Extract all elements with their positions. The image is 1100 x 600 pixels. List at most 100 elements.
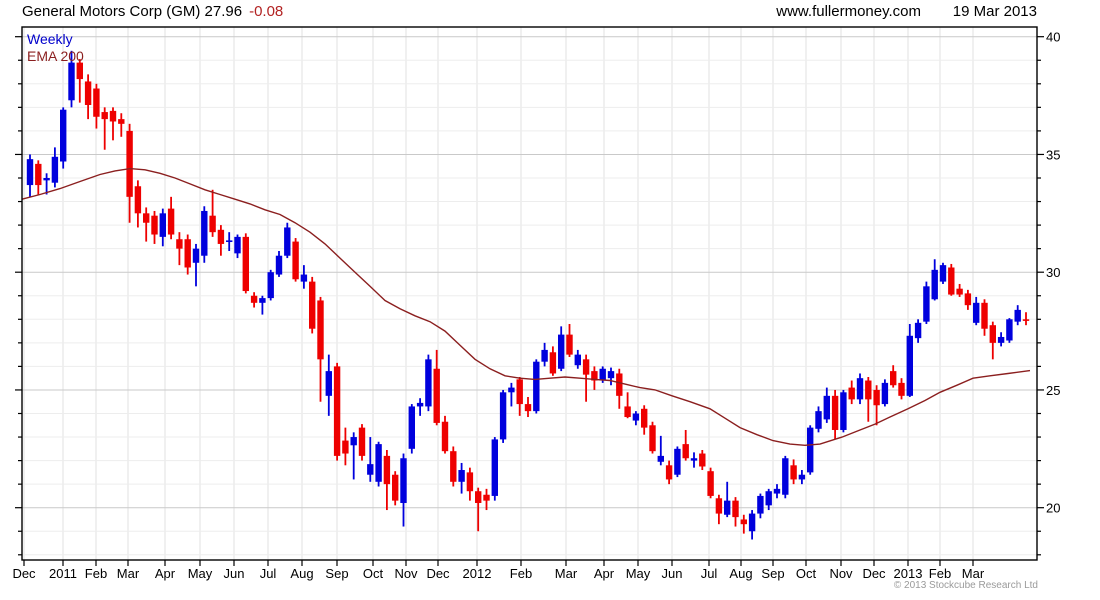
- candle: [441, 415, 449, 454]
- instrument-and-price: General Motors Corp (GM) 27.96: [22, 3, 243, 20]
- candle: [939, 262, 947, 284]
- candle: [26, 154, 34, 197]
- candle: [209, 189, 216, 237]
- candle: [956, 283, 963, 297]
- candle: [798, 470, 806, 485]
- x-axis-tick-label: Aug: [290, 566, 313, 581]
- y-axis-tick-label: 35: [1046, 147, 1060, 162]
- candle: [699, 450, 706, 471]
- candle: [914, 319, 922, 343]
- candle: [192, 243, 200, 287]
- x-axis-tick-label: Feb: [85, 566, 107, 581]
- y-axis: 40 35 30 25 20: [15, 30, 1060, 556]
- candle: [317, 296, 324, 402]
- x-axis-tick-label: Mar: [962, 566, 985, 581]
- y-axis-tick-label: 20: [1046, 501, 1060, 516]
- price-chart: 40 35 30 25 20 Dec 2011 Feb Mar Apr May Jun Jul Aug Se…: [0, 0, 1100, 600]
- price-gridlines: [22, 36, 1037, 556]
- candle: [242, 233, 249, 294]
- x-axis-tick-label: Nov: [829, 566, 853, 581]
- x-axis-tick-label: Apr: [155, 566, 176, 581]
- candle: [84, 74, 92, 120]
- candle: [773, 484, 781, 499]
- candle: [831, 389, 839, 440]
- candle: [475, 487, 482, 532]
- candle: [541, 342, 548, 367]
- x-axis-tick-label: Dec: [862, 566, 886, 581]
- y-axis-tick-label: 40: [1046, 30, 1060, 45]
- candle: [408, 404, 415, 454]
- x-axis-tick-label: 2013: [894, 566, 923, 581]
- candle: [898, 378, 905, 400]
- candle: [566, 324, 573, 357]
- ema-label: EMA 200: [27, 48, 84, 64]
- x-axis-tick-label: Feb: [510, 566, 532, 581]
- candle: [989, 321, 996, 360]
- candle: [167, 196, 175, 240]
- candle: [101, 107, 108, 150]
- candle: [358, 424, 366, 461]
- timeframe-label: Weekly: [27, 31, 73, 47]
- x-axis-tick-label: Apr: [594, 566, 615, 581]
- candle: [392, 471, 399, 506]
- candles-group: [26, 50, 1030, 540]
- candle: [840, 389, 847, 433]
- candle: [217, 225, 225, 256]
- x-axis-tick-label: Jun: [662, 566, 683, 581]
- candle: [516, 376, 523, 416]
- x-axis-tick-label: Mar: [555, 566, 578, 581]
- candle: [815, 406, 822, 433]
- candle: [458, 462, 465, 494]
- x-axis-tick-label: Feb: [929, 566, 951, 581]
- candle: [964, 289, 972, 310]
- candle: [724, 481, 731, 518]
- x-axis-tick-label: Dec: [12, 566, 36, 581]
- candle: [118, 113, 125, 137]
- x-axis-tick-label: Dec: [426, 566, 450, 581]
- candle: [275, 251, 283, 277]
- candle: [126, 123, 133, 223]
- x-axis-tick-label: Jun: [224, 566, 245, 581]
- candle: [51, 147, 59, 188]
- candle: [533, 359, 540, 414]
- x-axis-tick-label: 2011: [49, 566, 77, 581]
- candle: [309, 276, 316, 334]
- x-axis-tick-label: Mar: [117, 566, 140, 581]
- candle: [823, 387, 830, 423]
- candle: [558, 326, 565, 372]
- x-axis-tick-label: Jul: [260, 566, 277, 581]
- candle: [674, 446, 681, 478]
- candle: [450, 446, 457, 487]
- candle: [649, 421, 656, 454]
- x-axis-tick-label: Aug: [729, 566, 752, 581]
- candle: [890, 365, 897, 388]
- chart-page: 40 35 30 25 20 Dec 2011 Feb Mar Apr May Jun Jul Aug Se…: [0, 0, 1100, 600]
- candle: [641, 405, 648, 435]
- candle: [491, 437, 498, 501]
- price-change: -0.08: [249, 3, 284, 20]
- candle: [109, 107, 117, 141]
- candle: [865, 376, 872, 422]
- candle: [35, 160, 42, 195]
- candle: [151, 210, 158, 244]
- candle: [973, 296, 980, 326]
- x-axis-tick-label: Nov: [394, 566, 418, 581]
- candle: [607, 367, 615, 386]
- candle: [342, 427, 349, 466]
- x-axis-tick-label: May: [188, 566, 213, 581]
- x-axis-tick-label: 2012: [463, 566, 492, 581]
- x-axis-tick-label: Jul: [701, 566, 718, 581]
- candle: [143, 207, 150, 242]
- candle: [524, 397, 532, 418]
- chart-date: 19 Mar 2013: [952, 3, 1037, 20]
- candle: [176, 232, 183, 266]
- candle: [375, 441, 382, 487]
- candle: [997, 332, 1005, 347]
- candle: [93, 83, 100, 129]
- candle: [715, 494, 723, 525]
- candle: [499, 389, 507, 443]
- candle: [690, 452, 698, 468]
- candlestick-chart-svg: 40 35 30 25 20 Dec 2011 Feb Mar Apr May Jun Jul Aug Se…: [12, 26, 1060, 581]
- candle: [981, 299, 988, 336]
- y-axis-tick-label: 25: [1046, 383, 1060, 398]
